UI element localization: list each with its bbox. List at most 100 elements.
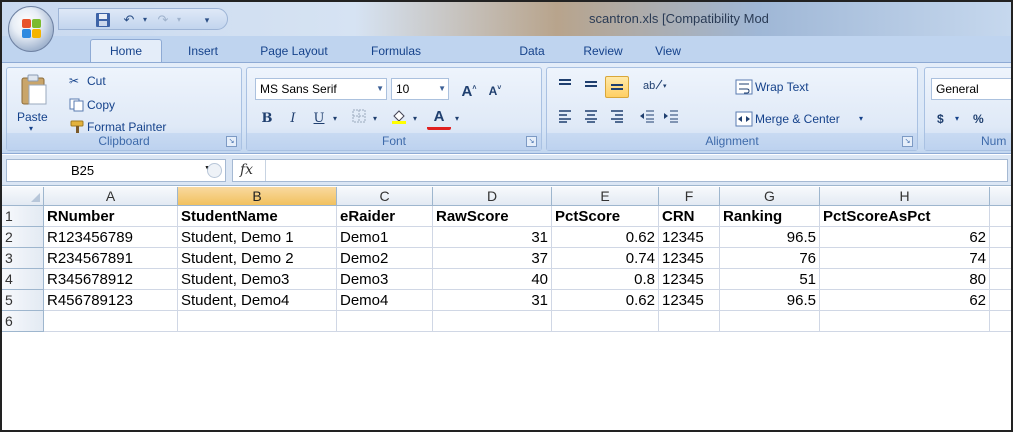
worksheet-grid[interactable]: A B C D E F G H 1 RNumber StudentName eRaider RawSco… [2, 187, 1011, 430]
cell-e1[interactable]: PctScore [552, 206, 659, 227]
paste-button-label[interactable]: Paste [17, 110, 48, 124]
cell-i2[interactable] [990, 227, 1011, 248]
column-header-a[interactable]: A [44, 187, 178, 206]
font-name-combo[interactable]: MS Sans Serif ▼ [255, 78, 387, 100]
cell-g3[interactable]: 76 [720, 248, 820, 269]
cell-f4[interactable]: 12345 [659, 269, 720, 290]
cell-a5[interactable]: R456789123 [44, 290, 178, 311]
cell-a6[interactable] [44, 311, 178, 332]
cell-d6[interactable] [433, 311, 552, 332]
font-color-button[interactable]: A [427, 108, 451, 130]
format-painter-button[interactable]: Format Painter [87, 120, 166, 134]
tab-home[interactable]: Home [90, 39, 162, 63]
cell-h4[interactable]: 80 [820, 269, 990, 290]
cell-f2[interactable]: 12345 [659, 227, 720, 248]
cell-g2[interactable]: 96.5 [720, 227, 820, 248]
shrink-font-button[interactable]: A˅ [483, 78, 507, 100]
cell-f3[interactable]: 12345 [659, 248, 720, 269]
cell-d3[interactable]: 37 [433, 248, 552, 269]
redo-icon[interactable]: ↷ [155, 12, 171, 28]
cell-d1[interactable]: RawScore [433, 206, 552, 227]
align-top-icon[interactable] [553, 76, 577, 98]
tab-review[interactable]: Review [576, 40, 630, 62]
clipboard-launcher-icon[interactable]: ↘ [226, 136, 237, 147]
align-bottom-icon[interactable] [605, 76, 629, 98]
cell-d2[interactable]: 31 [433, 227, 552, 248]
cell-g6[interactable] [720, 311, 820, 332]
save-icon[interactable] [95, 12, 111, 28]
italic-button[interactable]: I [281, 108, 305, 130]
align-right-icon[interactable] [605, 108, 629, 130]
tab-page-layout[interactable]: Page Layout [246, 40, 342, 62]
paste-icon[interactable] [19, 74, 49, 109]
currency-dropdown-icon[interactable]: ▾ [955, 114, 959, 123]
cell-f1[interactable]: CRN [659, 206, 720, 227]
underline-dropdown-icon[interactable]: ▾ [329, 108, 341, 130]
fill-color-icon[interactable] [387, 108, 411, 130]
cell-f5[interactable]: 12345 [659, 290, 720, 311]
cell-h3[interactable]: 74 [820, 248, 990, 269]
row-header-2[interactable]: 2 [2, 227, 44, 248]
cell-d5[interactable]: 31 [433, 290, 552, 311]
font-launcher-icon[interactable]: ↘ [526, 136, 537, 147]
tab-insert[interactable]: Insert [177, 40, 229, 62]
borders-icon[interactable] [347, 108, 371, 130]
align-center-icon[interactable] [579, 108, 603, 130]
office-button[interactable] [8, 6, 54, 52]
cell-h5[interactable]: 62 [820, 290, 990, 311]
cell-b6[interactable] [178, 311, 337, 332]
cut-button[interactable]: Cut [87, 74, 106, 88]
cell-c1[interactable]: eRaider [337, 206, 433, 227]
row-header-3[interactable]: 3 [2, 248, 44, 269]
align-left-icon[interactable] [553, 108, 577, 130]
column-header-b[interactable]: B [178, 187, 337, 206]
row-header-4[interactable]: 4 [2, 269, 44, 290]
wrap-text-icon[interactable] [735, 79, 753, 98]
cell-e4[interactable]: 0.8 [552, 269, 659, 290]
tab-data[interactable]: Data [512, 40, 552, 62]
tab-formulas[interactable]: Formulas [358, 40, 434, 62]
bold-button[interactable]: B [255, 108, 279, 130]
merge-center-button[interactable]: Merge & Center [755, 112, 840, 126]
cell-g4[interactable]: 51 [720, 269, 820, 290]
cell-f6[interactable] [659, 311, 720, 332]
customize-qat-icon[interactable]: ▾ [199, 12, 215, 28]
tab-view[interactable]: View [648, 40, 688, 62]
increase-indent-icon[interactable] [659, 108, 683, 130]
alignment-launcher-icon[interactable]: ↘ [902, 136, 913, 147]
formula-input[interactable]: fx [207, 159, 1008, 182]
cell-h1[interactable]: PctScoreAsPct [820, 206, 990, 227]
cell-c2[interactable]: Demo1 [337, 227, 433, 248]
column-header-c[interactable]: C [337, 187, 433, 206]
decrease-indent-icon[interactable] [635, 108, 659, 130]
fill-color-dropdown-icon[interactable]: ▾ [409, 108, 421, 130]
cell-a4[interactable]: R345678912 [44, 269, 178, 290]
paste-dropdown-icon[interactable]: ▾ [29, 124, 33, 133]
font-size-combo[interactable]: 10 ▼ [391, 78, 449, 100]
font-color-dropdown-icon[interactable]: ▾ [451, 108, 463, 130]
cell-e3[interactable]: 0.74 [552, 248, 659, 269]
cell-d4[interactable]: 40 [433, 269, 552, 290]
cell-b4[interactable]: Student, Demo3 [178, 269, 337, 290]
redo-dropdown-icon[interactable]: ▾ [171, 12, 187, 28]
column-header-g[interactable]: G [720, 187, 820, 206]
merge-center-icon[interactable] [735, 111, 753, 130]
cell-i5[interactable] [990, 290, 1011, 311]
cell-i4[interactable] [990, 269, 1011, 290]
cell-a2[interactable]: R123456789 [44, 227, 178, 248]
column-header-i[interactable] [990, 187, 1011, 206]
cell-i6[interactable] [990, 311, 1011, 332]
undo-dropdown-icon[interactable]: ▾ [137, 12, 153, 28]
cut-icon[interactable]: ✂ [69, 74, 79, 88]
merge-center-dropdown-icon[interactable]: ▾ [859, 114, 863, 123]
cell-i3[interactable] [990, 248, 1011, 269]
cell-h6[interactable] [820, 311, 990, 332]
copy-icon[interactable] [69, 98, 85, 115]
formula-cancel-icon[interactable] [207, 163, 222, 178]
cell-e6[interactable] [552, 311, 659, 332]
cell-e2[interactable]: 0.62 [552, 227, 659, 248]
name-box[interactable]: B25 ▼ [6, 159, 226, 182]
row-header-5[interactable]: 5 [2, 290, 44, 311]
cell-a3[interactable]: R234567891 [44, 248, 178, 269]
row-header-1[interactable]: 1 [2, 206, 44, 227]
